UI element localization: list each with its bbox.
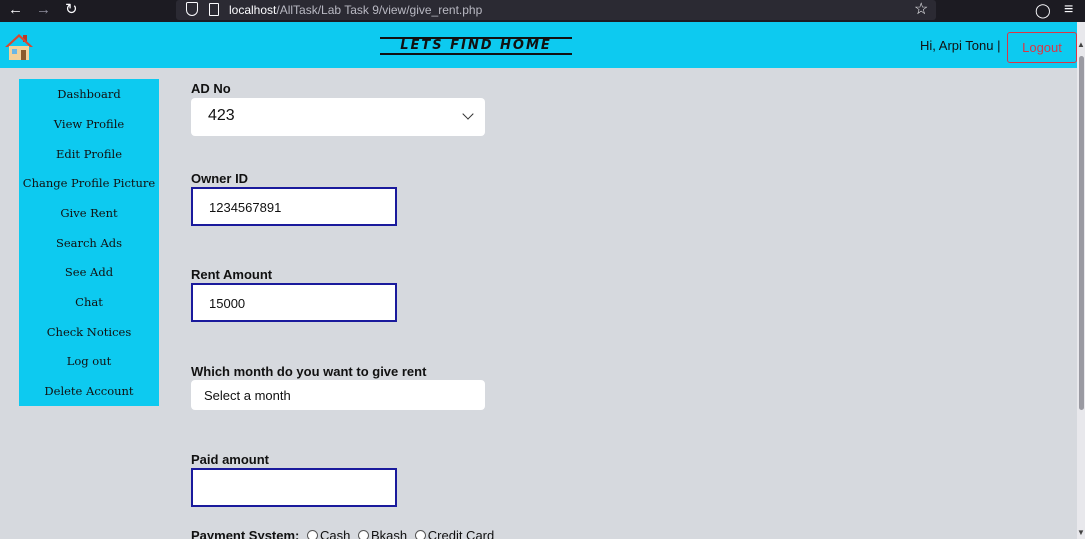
back-arrow-icon[interactable]: ← bbox=[8, 0, 23, 22]
ad-no-select[interactable]: 423 bbox=[191, 98, 485, 136]
bkash-radio[interactable] bbox=[358, 530, 369, 539]
sidebar-item-chat[interactable]: Chat bbox=[19, 295, 159, 309]
month-label: Which month do you want to give rent bbox=[191, 364, 427, 379]
cash-radio-label: Cash bbox=[320, 528, 351, 539]
owner-id-label: Owner ID bbox=[191, 171, 249, 186]
url-text[interactable]: localhost/AllTask/Lab Task 9/view/give_r… bbox=[229, 3, 482, 17]
sidebar-item-give-rent[interactable]: Give Rent bbox=[19, 206, 159, 220]
pocket-icon[interactable]: ◯ bbox=[1035, 0, 1051, 20]
payment-system-label: Payment System: bbox=[191, 528, 300, 539]
sidebar: Dashboard View Profile Edit Profile Chan… bbox=[19, 79, 159, 406]
sidebar-item-delete-account[interactable]: Delete Account bbox=[19, 384, 159, 398]
site-title: Lets Find Home bbox=[380, 37, 572, 55]
logout-button[interactable]: Logout bbox=[1007, 32, 1077, 63]
scroll-down-icon[interactable]: ▼ bbox=[1077, 528, 1085, 537]
credit-card-radio[interactable] bbox=[414, 530, 426, 539]
sidebar-item-check-notices[interactable]: Check Notices bbox=[19, 325, 159, 339]
bkash-radio-label: Bkash bbox=[371, 528, 408, 539]
ad-no-label: AD No bbox=[191, 81, 231, 96]
sidebar-item-dashboard[interactable]: Dashboard bbox=[19, 87, 159, 101]
sidebar-item-search-ads[interactable]: Search Ads bbox=[19, 236, 159, 250]
owner-id-field[interactable]: 1234567891 bbox=[191, 187, 397, 226]
forward-arrow-icon[interactable]: → bbox=[36, 0, 51, 22]
scrollbar-thumb[interactable] bbox=[1079, 56, 1084, 410]
hamburger-menu-icon[interactable]: ≡ bbox=[1064, 0, 1073, 19]
paid-amount-field[interactable] bbox=[191, 468, 397, 507]
reload-icon[interactable]: ↻ bbox=[65, 0, 78, 22]
scroll-up-icon[interactable]: ▲ bbox=[1077, 40, 1085, 49]
user-greeting: Hi, Arpi Tonu | bbox=[920, 38, 1001, 53]
rent-amount-label: Rent Amount bbox=[191, 267, 273, 282]
home-icon[interactable] bbox=[4, 33, 34, 61]
url-path: /AllTask/Lab Task 9/view/give_rent.php bbox=[276, 3, 483, 17]
cash-radio[interactable] bbox=[307, 530, 319, 539]
rent-amount-field[interactable]: 15000 bbox=[191, 283, 397, 322]
browser-toolbar: ← → ↻ localhost/AllTask/Lab Task 9/view/… bbox=[0, 0, 1085, 22]
sidebar-item-change-profile-picture[interactable]: Change Profile Picture bbox=[19, 176, 159, 190]
bookmark-star-icon[interactable]: ☆ bbox=[914, 0, 928, 19]
sidebar-item-see-add[interactable]: See Add bbox=[19, 265, 159, 279]
url-host: localhost bbox=[229, 3, 277, 17]
paid-amount-label: Paid amount bbox=[191, 452, 270, 467]
page-icon bbox=[209, 3, 219, 16]
sidebar-item-edit-profile[interactable]: Edit Profile bbox=[19, 147, 159, 161]
credit-card-radio-label: Credit Card bbox=[427, 528, 495, 539]
shield-icon[interactable] bbox=[186, 2, 198, 16]
month-select[interactable]: Select a month bbox=[191, 380, 485, 410]
sidebar-item-view-profile[interactable]: View Profile bbox=[19, 117, 159, 131]
payment-system-group: Payment System: Cash Bkash Credit Card bbox=[191, 528, 494, 539]
sidebar-item-log-out[interactable]: Log out bbox=[19, 354, 159, 368]
site-header: Lets Find Home Hi, Arpi Tonu | Logout bbox=[0, 22, 1077, 68]
